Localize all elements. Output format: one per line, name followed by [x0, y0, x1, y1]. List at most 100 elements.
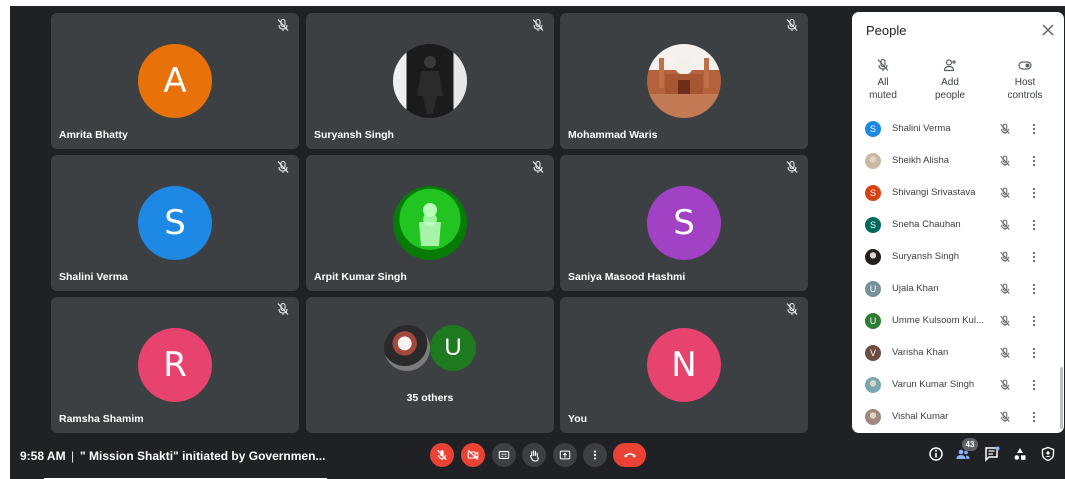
more-vert-icon[interactable]	[1030, 218, 1038, 232]
mic-off-icon[interactable]	[999, 411, 1011, 423]
more-vert-icon[interactable]	[1030, 378, 1038, 392]
mic-off-icon[interactable]	[999, 219, 1011, 231]
microphone-button[interactable]	[430, 443, 454, 467]
participant-list-name: Ujala Khan	[892, 283, 939, 294]
participant-tile[interactable]: R Ramsha Shamim	[51, 297, 299, 433]
participant-avatar: S	[865, 121, 881, 137]
mic-off-icon[interactable]	[999, 155, 1011, 167]
participant-row[interactable]: S Shivangi Srivastava	[852, 177, 1064, 209]
people-panel-title: People	[866, 23, 907, 38]
participant-tile[interactable]: U 35 others	[306, 297, 554, 433]
participant-row[interactable]: S Sneha Chauhan	[852, 209, 1064, 241]
participant-name: Suryansh Singh	[314, 129, 394, 141]
mic-off-icon[interactable]	[999, 251, 1011, 263]
more-vert-icon[interactable]	[1030, 250, 1038, 264]
participant-tile[interactable]: A Amrita Bhatty	[51, 13, 299, 149]
others-avatar-photo	[384, 325, 430, 371]
participant-tile[interactable]: Mohammad Waris	[560, 13, 808, 149]
participant-row[interactable]: U Umme Kulsoom Kul...	[852, 305, 1064, 337]
participant-row[interactable]: U Ujala Khan	[852, 273, 1064, 305]
host-controls-label-1: Host	[1014, 77, 1036, 88]
participant-tile[interactable]: S Shalini Verma	[51, 155, 299, 291]
others-avatar: U	[430, 325, 476, 371]
more-vert-icon[interactable]	[1030, 410, 1038, 424]
present-icon	[559, 450, 571, 460]
mic-off-icon	[785, 302, 799, 316]
participant-list-name: Varun Kumar Singh	[892, 379, 975, 390]
mic-off-icon	[531, 160, 545, 174]
participant-name: Shalini Verma	[59, 271, 128, 283]
mic-off-icon[interactable]	[999, 347, 1011, 359]
participant-name: Saniya Masood Hashmi	[568, 271, 686, 283]
raise-hand-button[interactable]	[522, 443, 546, 467]
meeting-time: 9:58 AM	[20, 449, 66, 463]
toggle-icon	[1018, 61, 1032, 70]
more-vert-icon[interactable]	[1030, 186, 1038, 200]
avatar-photo	[393, 186, 467, 260]
participant-avatar: V	[865, 345, 881, 361]
participant-row[interactable]: V Varisha Khan	[852, 337, 1064, 369]
left-edge	[0, 0, 10, 479]
mic-off-icon[interactable]	[999, 187, 1011, 199]
host-controls-shield-icon[interactable]	[1040, 446, 1056, 462]
participant-row[interactable]: Suryansh Singh	[852, 241, 1064, 273]
participant-tile[interactable]: Suryansh Singh	[306, 13, 554, 149]
info-icon[interactable]	[928, 446, 944, 462]
add-people-label-1: Add	[941, 77, 959, 88]
more-vert-icon[interactable]	[1030, 122, 1038, 136]
mic-off-icon	[437, 449, 447, 461]
participant-list-name: Sneha Chauhan	[892, 219, 961, 230]
participant-avatar: U	[865, 313, 881, 329]
mic-off-icon	[785, 18, 799, 32]
mic-off-icon[interactable]	[999, 283, 1011, 295]
host-controls-button[interactable]: Host controls	[1002, 58, 1048, 102]
people-actions: All muted Add people Host controls	[852, 58, 1064, 108]
bottom-bar: 9:58 AM | " Mission Shakti" initiated by…	[0, 437, 1065, 479]
more-options-button[interactable]	[583, 443, 607, 467]
more-vert-icon[interactable]	[1030, 346, 1038, 360]
participant-list-scrollbar[interactable]	[1060, 367, 1063, 429]
participant-count-badge: 43	[962, 438, 978, 451]
mic-off-icon[interactable]	[999, 315, 1011, 327]
avatar-photo	[393, 44, 467, 118]
participant-avatar-photo	[865, 153, 881, 169]
mute-all-button[interactable]: All muted	[866, 58, 900, 102]
participant-list-name: Shivangi Srivastava	[892, 187, 976, 198]
participant-row[interactable]: Vishal Kumar	[852, 401, 1064, 433]
participant-row[interactable]: Sheikh Alisha	[852, 145, 1064, 177]
more-vert-icon[interactable]	[1030, 154, 1038, 168]
mute-all-label-1: All	[877, 77, 889, 88]
close-icon[interactable]	[1041, 23, 1055, 37]
participant-avatar-photo	[865, 249, 881, 265]
participant-tile[interactable]: S Saniya Masood Hashmi	[560, 155, 808, 291]
hand-icon	[529, 449, 539, 462]
more-vert-icon[interactable]	[1030, 282, 1038, 296]
participant-avatar-photo	[865, 377, 881, 393]
leave-call-button[interactable]	[613, 443, 646, 467]
captions-button[interactable]	[492, 443, 516, 467]
participant-list-name: Sheikh Alisha	[892, 155, 950, 166]
participant-name: You	[568, 413, 588, 425]
captions-icon	[498, 451, 510, 459]
camera-off-icon	[467, 449, 479, 461]
mic-off-icon	[276, 160, 290, 174]
chat-icon[interactable]	[984, 446, 1000, 462]
activities-icon[interactable]	[1012, 446, 1028, 462]
participant-name: Mohammad Waris	[568, 129, 658, 141]
camera-button[interactable]	[461, 443, 485, 467]
avatar: R	[138, 328, 212, 402]
present-button[interactable]	[553, 443, 577, 467]
participant-tile[interactable]: N You	[560, 297, 808, 433]
more-vert-icon[interactable]	[1030, 314, 1038, 328]
participant-list-name: Vishal Kumar	[892, 411, 949, 422]
participant-row[interactable]: S Shalini Verma	[852, 113, 1064, 145]
mic-off-icon[interactable]	[999, 123, 1011, 135]
mic-off-icon	[276, 18, 290, 32]
mic-off-icon[interactable]	[999, 379, 1011, 391]
separator: |	[71, 449, 75, 463]
avatar: A	[138, 44, 212, 118]
participant-tile[interactable]: Arpit Kumar Singh	[306, 155, 554, 291]
add-people-button[interactable]: Add people	[932, 58, 968, 102]
participant-avatar: S	[865, 217, 881, 233]
participant-row[interactable]: Varun Kumar Singh	[852, 369, 1064, 401]
